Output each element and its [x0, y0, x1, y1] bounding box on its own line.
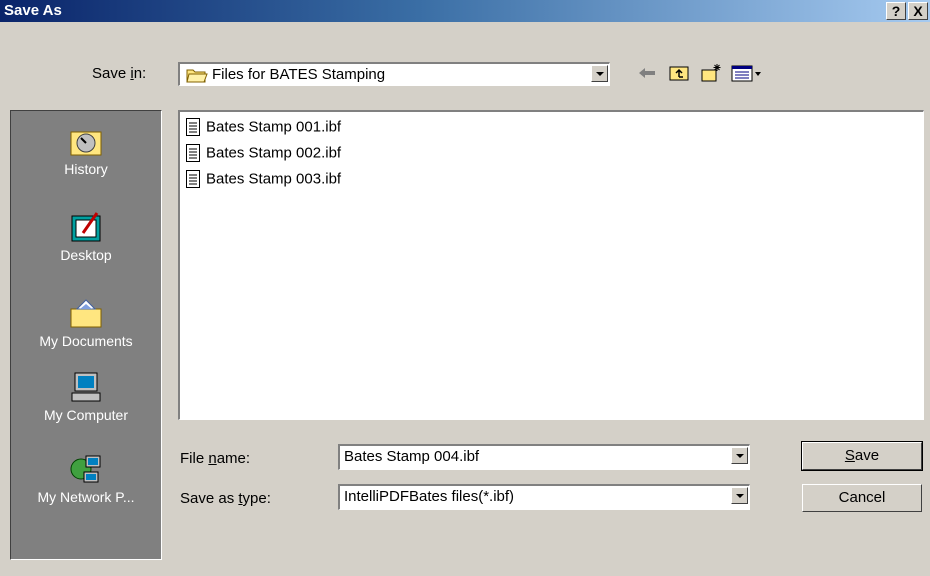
place-my-documents[interactable]: My Documents	[11, 297, 161, 349]
save-as-type-value: IntelliPDFBates files(*.ibf)	[344, 488, 515, 505]
close-button[interactable]: X	[908, 2, 928, 20]
place-label: My Documents	[39, 333, 133, 349]
file-list[interactable]: Bates Stamp 001.ibf Bates Stamp 002.ibf …	[178, 110, 924, 420]
list-item[interactable]: Bates Stamp 003.ibf	[186, 170, 341, 192]
place-history[interactable]: History	[11, 125, 161, 177]
save-as-type-label: Save as type:	[180, 490, 271, 507]
file-name-label: File name:	[180, 450, 251, 467]
file-name: Bates Stamp 003.ibf	[206, 170, 342, 188]
views-menu-icon[interactable]	[730, 63, 764, 83]
file-icon	[186, 170, 200, 189]
desktop-icon	[71, 212, 101, 242]
title-bar[interactable]: Save As ? X	[0, 0, 930, 22]
save-as-dialog: Save As ? X Save in: Files for BATES Sta…	[0, 0, 930, 576]
list-item[interactable]: Bates Stamp 002.ibf	[186, 144, 341, 166]
file-name: Bates Stamp 001.ibf	[206, 118, 342, 136]
window-title: Save As	[4, 2, 62, 19]
file-name-value[interactable]: Bates Stamp 004.ibf	[344, 448, 479, 465]
list-item[interactable]: Bates Stamp 001.ibf	[186, 118, 341, 140]
save-in-value: Files for BATES Stamping	[212, 66, 386, 83]
cancel-button[interactable]: Cancel	[802, 484, 922, 512]
file-icon	[186, 118, 200, 137]
place-my-computer[interactable]: My Computer	[11, 371, 161, 423]
my-network-places-icon	[70, 455, 101, 483]
place-label: My Computer	[43, 407, 129, 423]
save-in-label: Save in:	[92, 65, 147, 82]
file-name: Bates Stamp 002.ibf	[206, 144, 342, 162]
place-label: Desktop	[60, 247, 112, 263]
place-desktop[interactable]: Desktop	[11, 211, 161, 263]
chevron-down-icon[interactable]	[591, 65, 608, 82]
history-icon	[70, 131, 102, 156]
chevron-down-icon[interactable]	[731, 447, 748, 464]
back-arrow-icon[interactable]	[636, 63, 658, 83]
chevron-down-icon[interactable]	[731, 487, 748, 504]
save-button[interactable]: Save	[801, 441, 923, 471]
place-label: History	[64, 161, 108, 177]
create-new-folder-icon[interactable]	[700, 63, 722, 83]
help-button[interactable]: ?	[886, 2, 906, 20]
up-one-level-icon[interactable]	[668, 63, 690, 83]
save-in-dropdown[interactable]: Files for BATES Stamping	[178, 62, 610, 86]
my-documents-icon	[70, 299, 102, 328]
place-my-network-places[interactable]: My Network P...	[11, 453, 161, 505]
file-name-field[interactable]: Bates Stamp 004.ibf	[338, 444, 750, 470]
folder-open-icon	[186, 69, 208, 83]
file-icon	[186, 144, 200, 163]
places-bar: History Desktop My Documents My Computer…	[10, 110, 162, 560]
save-as-type-dropdown[interactable]: IntelliPDFBates files(*.ibf)	[338, 484, 750, 510]
my-computer-icon	[71, 372, 101, 402]
place-label: My Network P...	[37, 489, 135, 505]
